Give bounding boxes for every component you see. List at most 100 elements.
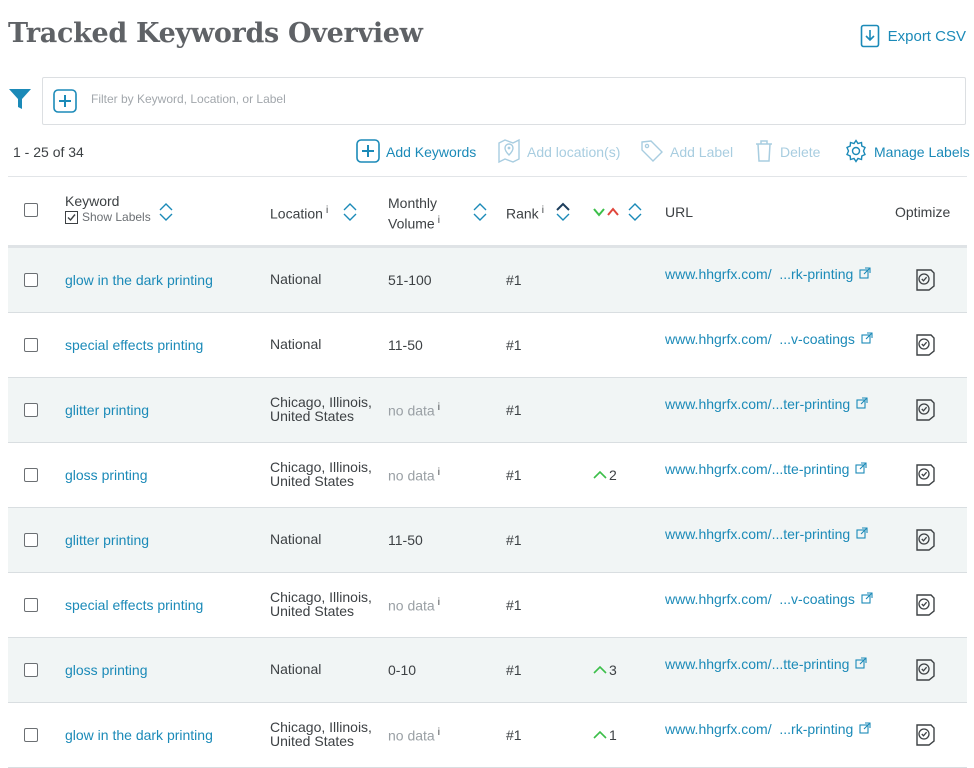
- location-header[interactable]: Location i: [270, 205, 328, 222]
- rank-header[interactable]: Rank i: [506, 205, 544, 222]
- rank-value: #1: [506, 597, 522, 613]
- volume-value: 51-100: [388, 272, 432, 288]
- optimize-icon[interactable]: [914, 463, 936, 492]
- volume-cell: no data i: [388, 402, 440, 419]
- location-line-2: United States: [270, 473, 355, 489]
- add-keywords-button[interactable]: Add Keywords: [356, 137, 476, 167]
- location-line-1: National: [270, 271, 322, 287]
- rank-value: #1: [506, 467, 522, 483]
- location-line-2: United States: [270, 733, 355, 749]
- change-sort-icon[interactable]: [628, 202, 642, 225]
- row-checkbox[interactable]: [24, 468, 38, 482]
- volume-value: no data: [388, 727, 435, 744]
- keyword-link[interactable]: gloss printing: [65, 467, 148, 483]
- optimize-header: Optimize: [895, 204, 951, 220]
- volume-info-icon[interactable]: i: [438, 727, 440, 738]
- location-line-1: National: [270, 661, 322, 677]
- keyword-link[interactable]: glitter printing: [65, 532, 149, 548]
- keyword-link[interactable]: glow in the dark printing: [65, 272, 213, 288]
- table-row: glitter printing Chicago, Illinois, United…: [8, 378, 967, 443]
- table-body: glow in the dark printing National 51-100 #…: [8, 248, 967, 768]
- url-link[interactable]: www.hhgrfx.com/ ...rk-printing: [665, 721, 871, 737]
- volume-info-icon[interactable]: i: [438, 467, 440, 478]
- location-cell: Chicago, Illinois, United States: [270, 395, 372, 423]
- url-link[interactable]: www.hhgrfx.com/ ...rk-printing: [665, 266, 871, 282]
- rank-value: #1: [506, 532, 522, 548]
- location-line-1: Chicago, Illinois,: [270, 589, 372, 605]
- row-checkbox[interactable]: [24, 598, 38, 612]
- optimize-icon[interactable]: [914, 333, 936, 362]
- row-checkbox[interactable]: [24, 663, 38, 677]
- location-sort-icon[interactable]: [343, 202, 357, 225]
- table-row: gloss printing National 0-10 #1 3 www.hhgrfx.…: [8, 638, 967, 703]
- keyword-link[interactable]: glitter printing: [65, 402, 149, 418]
- location-info-icon[interactable]: i: [326, 205, 328, 216]
- keyword-header[interactable]: Keyword Show Labels: [65, 193, 151, 224]
- export-csv-button[interactable]: Export CSV: [860, 24, 966, 48]
- keyword-link[interactable]: gloss printing: [65, 662, 148, 678]
- result-count: 1 - 25 of 34: [13, 144, 84, 160]
- url-link[interactable]: www.hhgrfx.com/...ter-printing: [665, 396, 868, 412]
- row-checkbox[interactable]: [24, 338, 38, 352]
- rank-change: 1: [593, 727, 617, 743]
- optimize-icon[interactable]: [914, 398, 936, 427]
- add-filter-icon[interactable]: [53, 89, 77, 118]
- filter-input[interactable]: [89, 91, 693, 107]
- add-location-label: Add location(s): [527, 144, 621, 160]
- select-all-checkbox[interactable]: [24, 203, 38, 217]
- monthly-label: Monthly: [388, 195, 438, 211]
- filter-funnel-icon[interactable]: [8, 87, 32, 116]
- add-label-button[interactable]: Add Label: [640, 137, 733, 167]
- optimize-icon[interactable]: [914, 593, 936, 622]
- keyword-link[interactable]: special effects printing: [65, 337, 203, 353]
- map-pin-icon: [497, 138, 521, 167]
- add-keywords-label: Add Keywords: [386, 144, 477, 160]
- volume-sort-icon[interactable]: [473, 202, 487, 225]
- row-checkbox[interactable]: [24, 403, 38, 417]
- rank-info-icon[interactable]: i: [542, 205, 544, 216]
- optimize-icon[interactable]: [914, 268, 936, 297]
- keyword-sort-icon[interactable]: [159, 202, 173, 225]
- keyword-link[interactable]: special effects printing: [65, 597, 203, 613]
- toolbar: 1 - 25 of 34 Add Keywords Add location(s…: [13, 137, 970, 167]
- location-cell: National: [270, 532, 321, 546]
- show-labels-checkbox[interactable]: [65, 210, 78, 224]
- keyword-link[interactable]: glow in the dark printing: [65, 727, 213, 743]
- url-link[interactable]: www.hhgrfx.com/...tte-printing: [665, 461, 867, 477]
- volume-info-icon[interactable]: i: [438, 597, 440, 608]
- external-link-icon: [856, 396, 868, 412]
- row-checkbox[interactable]: [24, 273, 38, 287]
- table-header: Keyword Show Labels Location i Monthly Vo…: [8, 176, 967, 248]
- manage-labels-button[interactable]: Manage Labels: [844, 137, 970, 167]
- export-label: Export CSV: [887, 27, 966, 45]
- url-link[interactable]: www.hhgrfx.com/...ter-printing: [665, 526, 868, 542]
- volume-label: Volume: [388, 215, 435, 232]
- volume-value: 0-10: [388, 662, 417, 678]
- rank-sort-icon[interactable]: [556, 202, 570, 225]
- url-header: URL: [665, 204, 694, 220]
- volume-info-icon[interactable]: i: [438, 402, 440, 413]
- url-link[interactable]: www.hhgrfx.com/ ...v-coatings: [665, 591, 873, 607]
- url-text: www.hhgrfx.com/...tte-printing: [665, 461, 850, 477]
- delete-button[interactable]: Delete: [754, 137, 820, 167]
- optimize-icon[interactable]: [914, 723, 936, 752]
- optimize-icon[interactable]: [914, 658, 936, 687]
- page-title: Tracked Keywords Overview: [8, 18, 423, 49]
- location-line-1: Chicago, Illinois,: [270, 394, 372, 410]
- volume-value: 11-50: [388, 337, 423, 353]
- url-text: www.hhgrfx.com/...ter-printing: [665, 526, 851, 542]
- tag-icon: [640, 139, 664, 166]
- rank-change-icon: [593, 205, 621, 221]
- volume-info-icon[interactable]: i: [438, 215, 440, 226]
- url-link[interactable]: www.hhgrfx.com/ ...v-coatings: [665, 331, 873, 347]
- add-location-button[interactable]: Add location(s): [497, 137, 620, 167]
- url-text: www.hhgrfx.com/ ...v-coatings: [665, 331, 855, 347]
- monthly-volume-header[interactable]: Monthly Volume i: [388, 195, 440, 233]
- external-link-icon: [855, 461, 867, 477]
- url-link[interactable]: www.hhgrfx.com/...tte-printing: [665, 656, 867, 672]
- volume-cell: no data i: [388, 597, 440, 614]
- row-checkbox[interactable]: [24, 728, 38, 742]
- filter-field[interactable]: [42, 77, 966, 125]
- row-checkbox[interactable]: [24, 533, 38, 547]
- optimize-icon[interactable]: [914, 528, 936, 557]
